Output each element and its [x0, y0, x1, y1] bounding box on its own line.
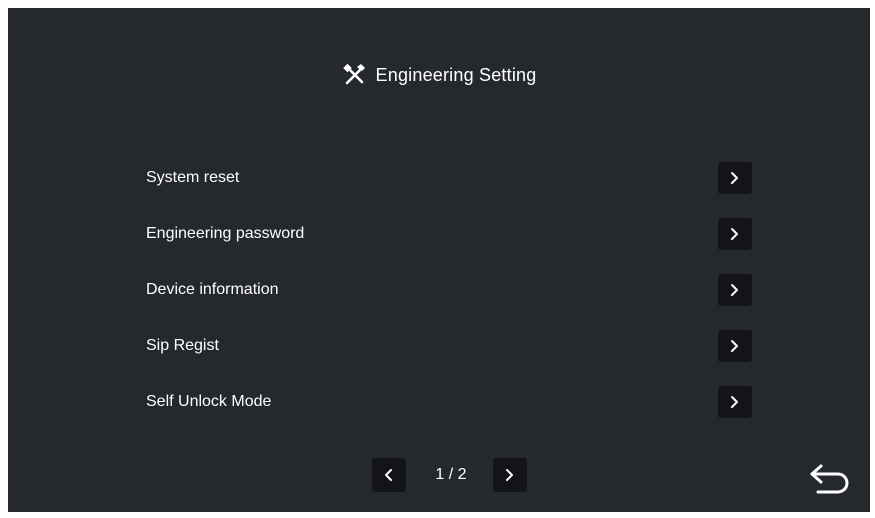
chevron-left-icon	[385, 469, 392, 481]
back-arrow-icon	[810, 464, 849, 494]
chevron-right-icon	[731, 284, 738, 296]
menu-item-label: Device information	[146, 281, 279, 298]
menu-item-sip-regist[interactable]: Sip Regist	[8, 326, 870, 366]
menu-item-label: System reset	[146, 169, 240, 186]
device-information-open-button[interactable]	[718, 274, 752, 306]
pagination: 1 / 2	[8, 458, 870, 494]
page-indicator: 1 / 2	[435, 466, 467, 483]
system-reset-open-button[interactable]	[718, 162, 752, 194]
menu-item-label: Sip Regist	[146, 337, 219, 354]
chevron-right-icon	[731, 172, 738, 184]
sip-regist-open-button[interactable]	[718, 330, 752, 362]
page-title: Engineering Setting	[375, 64, 537, 85]
page-header: Engineering Setting	[8, 62, 870, 88]
chevron-right-icon	[731, 396, 738, 408]
engineering-password-open-button[interactable]	[718, 218, 752, 250]
menu-item-label: Self Unlock Mode	[146, 393, 272, 410]
chevron-right-icon	[506, 469, 513, 481]
engineering-setting-screen: Engineering Setting System reset Enginee…	[8, 8, 870, 512]
chevron-right-icon	[731, 228, 738, 240]
chevron-right-icon	[731, 340, 738, 352]
self-unlock-mode-open-button[interactable]	[718, 386, 752, 418]
menu-item-engineering-password[interactable]: Engineering password	[8, 214, 870, 254]
tools-icon	[342, 62, 368, 88]
back-button[interactable]	[806, 458, 856, 502]
menu-item-self-unlock-mode[interactable]: Self Unlock Mode	[8, 382, 870, 422]
menu-item-system-reset[interactable]: System reset	[8, 158, 870, 198]
menu-item-label: Engineering password	[146, 225, 305, 242]
previous-page-button[interactable]	[372, 458, 406, 492]
menu-item-device-information[interactable]: Device information	[8, 270, 870, 310]
next-page-button[interactable]	[493, 458, 527, 492]
